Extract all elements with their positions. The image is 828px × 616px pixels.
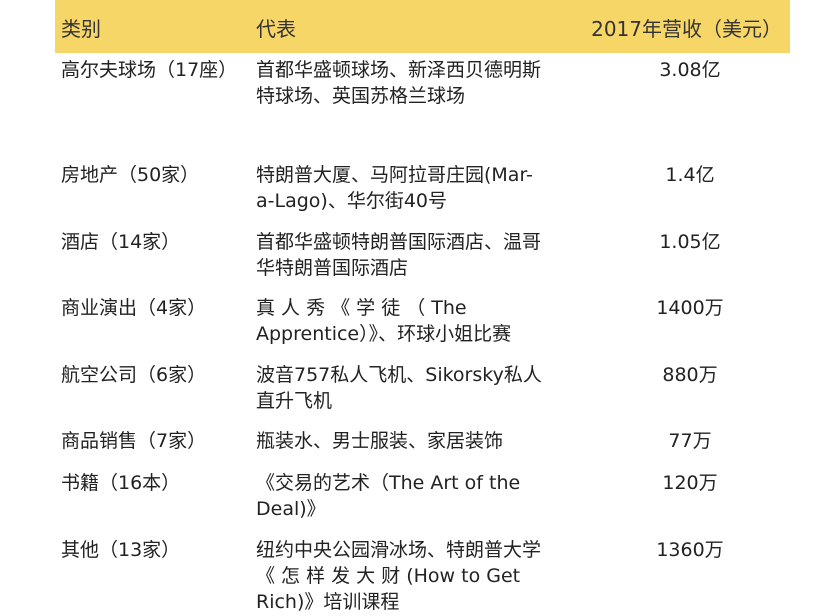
row-category: 高尔夫球场（17座） bbox=[61, 59, 238, 81]
rep-line: Deal)》 bbox=[256, 498, 326, 520]
rep-line: 纽约中央公园滑冰场、特朗普大学 bbox=[256, 539, 542, 561]
row-revenue: 1.4亿 bbox=[665, 164, 715, 186]
row-revenue: 77万 bbox=[668, 430, 712, 452]
revenue-table: 类别 代表 2017年营收（美元） 高尔夫球场（17座） 首都华盛顿球场、新泽西… bbox=[55, 0, 790, 613]
row-category: 商品销售（7家） bbox=[61, 430, 207, 452]
rep-line: Apprentice）》、环球小姐比赛 bbox=[256, 323, 512, 345]
table-header: 类别 代表 2017年营收（美元） bbox=[55, 0, 790, 53]
row-revenue: 3.08亿 bbox=[659, 59, 721, 81]
row-representative: 真 人 秀 《 学 徒 （ The Apprentice）》、环球小姐比赛 bbox=[256, 295, 586, 347]
rep-line: 特球场、英国苏格兰球场 bbox=[256, 85, 466, 107]
rep-line: 华特朗普国际酒店 bbox=[256, 257, 409, 279]
rep-line: Rich)》培训课程 bbox=[256, 591, 400, 613]
row-representative: 波音757私人飞机、Sikorsky私人 直升飞机 bbox=[256, 362, 586, 414]
row-category: 商业演出（4家） bbox=[61, 297, 207, 319]
header-revenue: 2017年营收（美元） bbox=[591, 17, 782, 41]
row-revenue: 1400万 bbox=[656, 297, 724, 319]
row-revenue: 880万 bbox=[662, 364, 718, 386]
rep-line: 《交易的艺术（The Art of the bbox=[256, 472, 521, 494]
header-category: 类别 bbox=[61, 17, 101, 41]
rep-line: 首都华盛顿球场、新泽西贝德明斯 bbox=[256, 59, 542, 81]
row-category: 航空公司（6家） bbox=[61, 364, 207, 386]
row-representative: 首都华盛顿特朗普国际酒店、温哥 华特朗普国际酒店 bbox=[256, 229, 586, 281]
row-revenue: 120万 bbox=[662, 472, 718, 494]
rep-line: 《 怎 样 发 大 财 (How to Get bbox=[256, 565, 521, 587]
rep-line: 首都华盛顿特朗普国际酒店、温哥 bbox=[256, 231, 542, 253]
rep-line: 瓶装水、男士服装、家居装饰 bbox=[256, 430, 504, 452]
rep-line: 真 人 秀 《 学 徒 （ The bbox=[256, 297, 467, 319]
rep-line: 直升飞机 bbox=[256, 390, 333, 412]
row-revenue: 1360万 bbox=[656, 539, 724, 561]
rep-line: 波音757私人飞机、Sikorsky私人 bbox=[256, 364, 542, 386]
row-category: 书籍（16本） bbox=[61, 472, 181, 494]
row-category: 房地产（50家） bbox=[61, 164, 200, 186]
row-revenue: 1.05亿 bbox=[659, 231, 721, 253]
row-category: 酒店（14家） bbox=[61, 231, 181, 253]
row-representative: 纽约中央公园滑冰场、特朗普大学 《 怎 样 发 大 财 (How to Get … bbox=[256, 537, 586, 615]
rep-line: 特朗普大厦、马阿拉哥庄园(Mar- bbox=[256, 164, 533, 186]
rep-line: a-Lago)、华尔街40号 bbox=[256, 190, 448, 212]
header-representative: 代表 bbox=[256, 17, 296, 41]
row-representative: 《交易的艺术（The Art of the Deal)》 bbox=[256, 470, 586, 522]
row-representative: 瓶装水、男士服装、家居装饰 bbox=[256, 428, 586, 454]
row-category: 其他（13家） bbox=[61, 539, 181, 561]
row-representative: 特朗普大厦、马阿拉哥庄园(Mar- a-Lago)、华尔街40号 bbox=[256, 162, 586, 214]
row-representative: 首都华盛顿球场、新泽西贝德明斯 特球场、英国苏格兰球场 bbox=[256, 57, 586, 109]
